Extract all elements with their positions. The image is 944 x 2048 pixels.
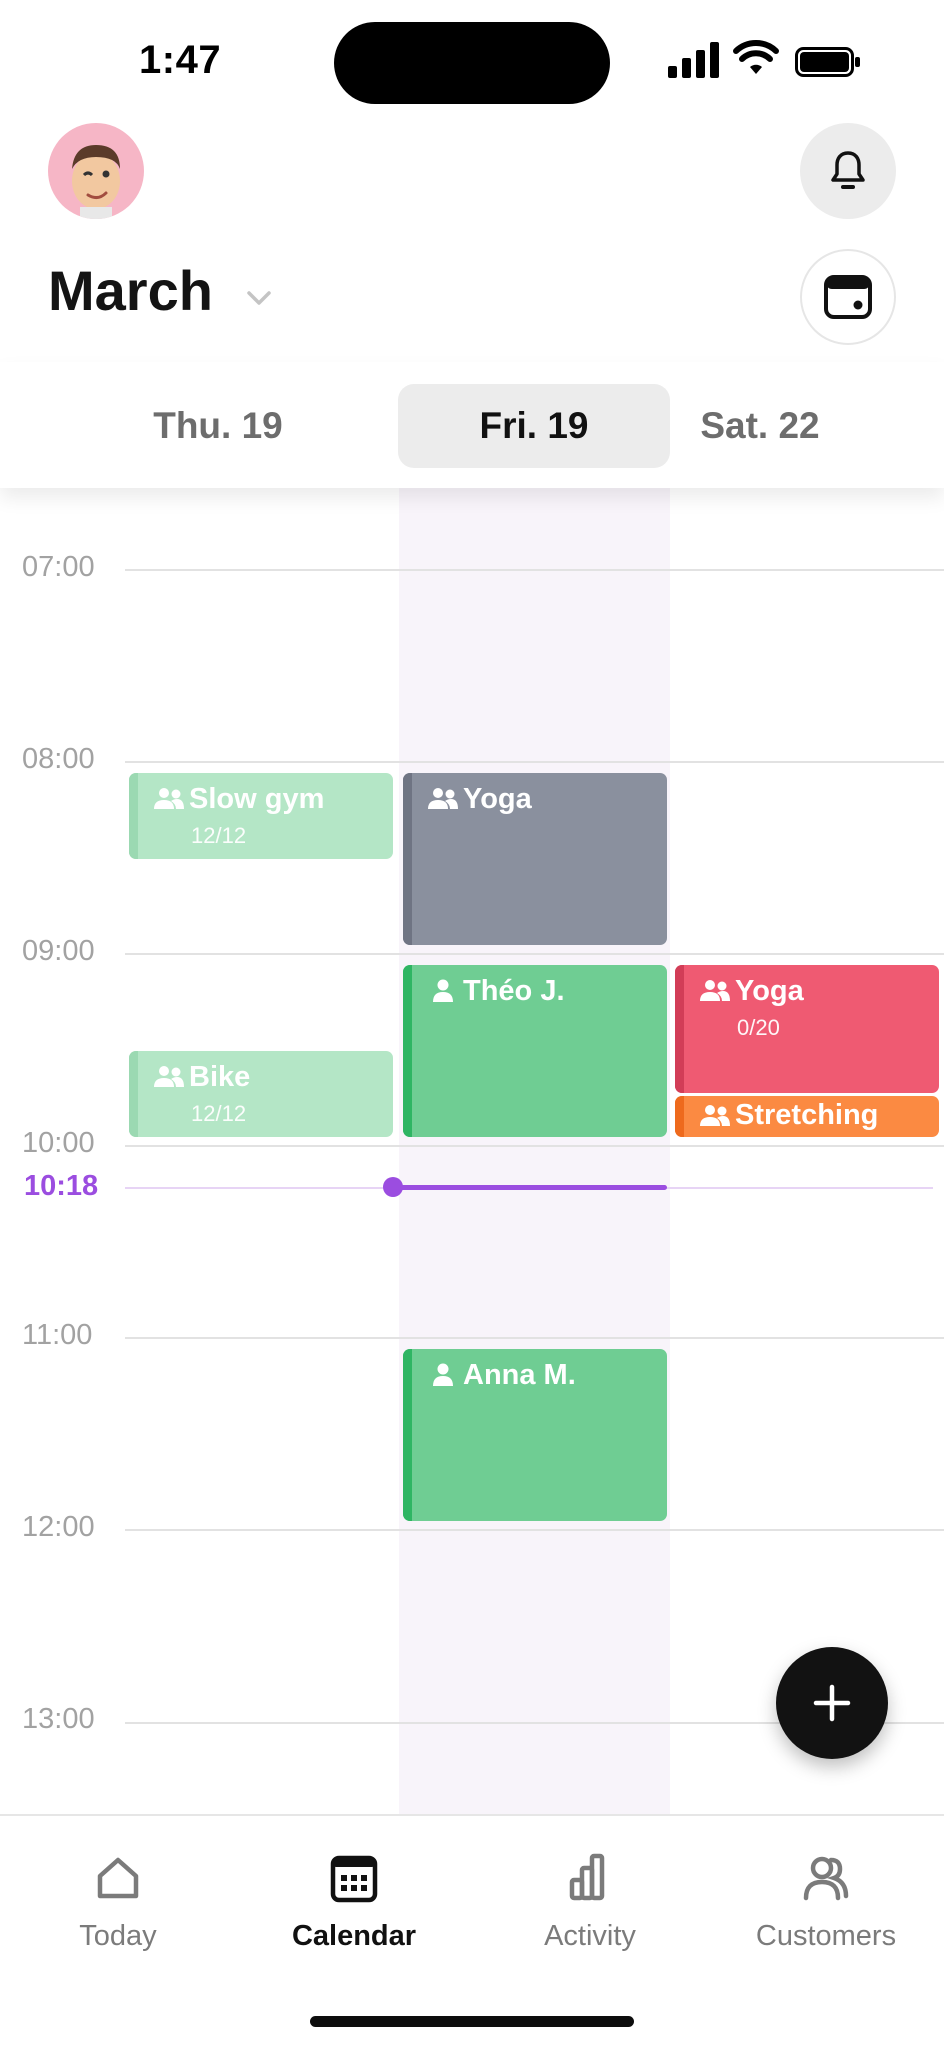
bar-chart-icon	[569, 1853, 605, 1901]
event-slow-gym[interactable]: Slow gym 12/12	[129, 773, 393, 859]
hour-label: 07:00	[22, 551, 95, 583]
hour-label: 11:00	[22, 1319, 93, 1351]
event-bike[interactable]: Bike 12/12	[129, 1051, 393, 1137]
tab-label: Today	[79, 1920, 157, 1952]
event-accent-bar	[403, 773, 412, 945]
event-title: Théo J.	[463, 975, 565, 1007]
hour-line	[125, 953, 944, 955]
calendar-icon	[330, 1855, 378, 1903]
tab-calendar[interactable]: Calendar	[236, 1850, 472, 1953]
event-yoga-sat[interactable]: Yoga 0/20	[675, 965, 939, 1093]
tab-label: Activity	[544, 1920, 636, 1952]
cellular-signal-icon	[668, 42, 719, 78]
person-icon	[433, 1363, 453, 1386]
event-accent-bar	[675, 965, 684, 1093]
hour-label: 08:00	[22, 743, 95, 775]
event-accent-bar	[129, 1051, 138, 1137]
plus-icon	[813, 1684, 851, 1722]
bell-icon	[831, 151, 865, 189]
hour-line	[125, 761, 944, 763]
day-selector: Thu. 19 Fri. 19 Sat. 22	[0, 362, 944, 488]
now-indicator-dot	[383, 1177, 403, 1197]
now-time-label: 10:18	[24, 1170, 99, 1202]
event-title: Yoga	[735, 975, 804, 1007]
event-capacity: 12/12	[191, 1101, 247, 1126]
event-accent-bar	[129, 773, 138, 859]
calendar-card-icon	[824, 275, 872, 319]
event-capacity: 0/20	[737, 1015, 780, 1040]
bottom-tab-bar: Today Calendar Activity Customers	[0, 1814, 944, 2048]
day-tab-sat[interactable]: Sat. 22	[624, 384, 896, 468]
event-accent-bar	[675, 1096, 684, 1137]
calendar-view-button[interactable]	[800, 249, 896, 345]
group-icon	[700, 980, 730, 1001]
home-indicator	[310, 2016, 634, 2027]
hour-label: 13:00	[22, 1703, 95, 1735]
event-accent-bar	[403, 1349, 412, 1521]
event-yoga-fri[interactable]: Yoga	[403, 773, 667, 945]
event-anna-m[interactable]: Anna M.	[403, 1349, 667, 1521]
event-title: Stretching	[735, 1099, 879, 1131]
event-title: Slow gym	[189, 783, 325, 815]
hour-label: 12:00	[22, 1511, 95, 1543]
tab-customers[interactable]: Customers	[708, 1850, 944, 1953]
tab-label: Customers	[755, 1920, 897, 1952]
memoji-avatar-icon	[72, 145, 120, 219]
event-title: Anna M.	[463, 1359, 576, 1391]
tab-activity[interactable]: Activity	[472, 1850, 708, 1953]
now-indicator-line	[393, 1185, 667, 1190]
person-icon	[433, 979, 453, 1002]
chevron-down-icon[interactable]	[243, 282, 275, 314]
event-title: Yoga	[463, 783, 532, 815]
hour-label: 09:00	[22, 935, 95, 967]
customers-icon	[803, 1856, 849, 1901]
event-theo-j[interactable]: Théo J.	[403, 965, 667, 1137]
add-event-button[interactable]	[776, 1647, 888, 1759]
hour-line	[125, 1145, 944, 1147]
hour-label: 10:00	[22, 1127, 95, 1159]
hour-line	[125, 569, 944, 571]
day-tab-thu[interactable]: Thu. 19	[82, 384, 354, 468]
group-icon	[428, 788, 458, 809]
tab-today[interactable]: Today	[0, 1850, 236, 1953]
event-stretching[interactable]: Stretching	[675, 1096, 939, 1137]
wifi-icon	[733, 40, 779, 74]
event-title: Bike	[189, 1061, 251, 1093]
event-capacity: 12/12	[191, 823, 247, 848]
tab-label: Calendar	[291, 1920, 417, 1952]
status-time: 1:47	[139, 38, 222, 82]
group-icon	[700, 1105, 730, 1126]
home-icon	[97, 1857, 139, 1899]
hour-line	[125, 1529, 944, 1531]
notifications-button[interactable]	[800, 123, 896, 219]
hour-line	[125, 1337, 944, 1339]
group-icon	[154, 788, 184, 809]
group-icon	[154, 1066, 184, 1087]
battery-icon	[795, 47, 860, 77]
month-title[interactable]: March	[48, 258, 213, 323]
selected-day-column	[399, 488, 670, 1814]
avatar[interactable]	[48, 123, 144, 219]
dynamic-island	[334, 22, 610, 104]
event-accent-bar	[403, 965, 412, 1137]
